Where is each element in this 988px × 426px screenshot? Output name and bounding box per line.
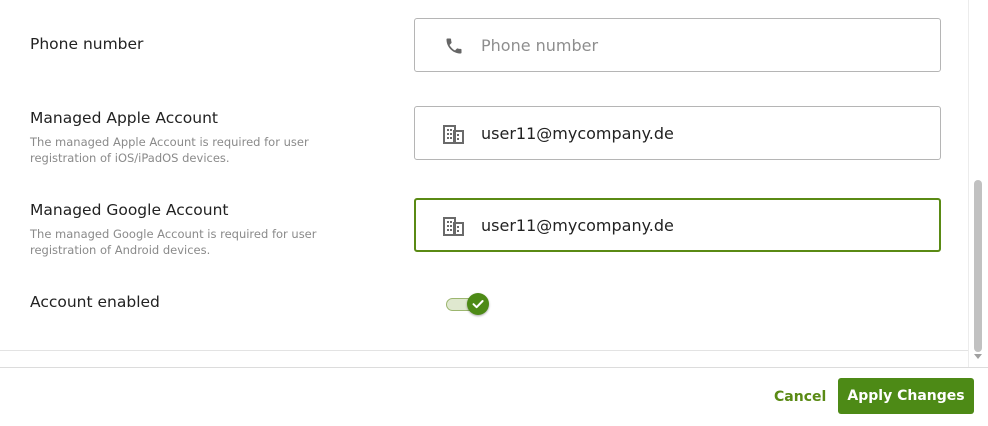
check-icon — [472, 300, 484, 309]
google-account-label: Managed Google Account — [30, 201, 229, 219]
form-scroll-area: Phone number Managed Apple Account The m… — [0, 0, 968, 351]
apple-account-description: The managed Apple Account is required fo… — [30, 135, 309, 165]
phone-field[interactable] — [414, 18, 941, 72]
cancel-button[interactable]: Cancel — [762, 380, 838, 414]
account-enabled-row: Account enabled — [30, 293, 944, 319]
apply-changes-button[interactable]: Apply Changes — [838, 378, 974, 414]
building-icon — [443, 124, 465, 144]
scroll-down-arrow-icon[interactable] — [974, 354, 982, 359]
toggle-knob — [467, 293, 489, 315]
vertical-scrollbar[interactable] — [968, 0, 988, 368]
account-enabled-toggle[interactable] — [446, 293, 490, 317]
phone-icon — [443, 36, 465, 56]
dialog-footer: Cancel Apply Changes — [0, 367, 988, 426]
google-account-description: The managed Google Account is required f… — [30, 227, 317, 257]
apple-account-field[interactable] — [414, 106, 941, 160]
phone-row: Phone number — [30, 18, 944, 74]
google-account-row: Managed Google Account The managed Googl… — [30, 198, 944, 268]
apple-account-label: Managed Apple Account — [30, 109, 218, 127]
phone-label: Phone number — [30, 35, 144, 53]
google-account-field[interactable] — [414, 198, 941, 252]
apple-account-row: Managed Apple Account The managed Apple … — [30, 106, 944, 176]
scrollbar-thumb[interactable] — [974, 180, 982, 352]
phone-input[interactable] — [481, 19, 921, 71]
apple-account-input[interactable] — [481, 107, 921, 159]
account-enabled-label: Account enabled — [30, 293, 160, 311]
google-account-input[interactable] — [481, 200, 921, 250]
building-icon — [443, 216, 465, 236]
